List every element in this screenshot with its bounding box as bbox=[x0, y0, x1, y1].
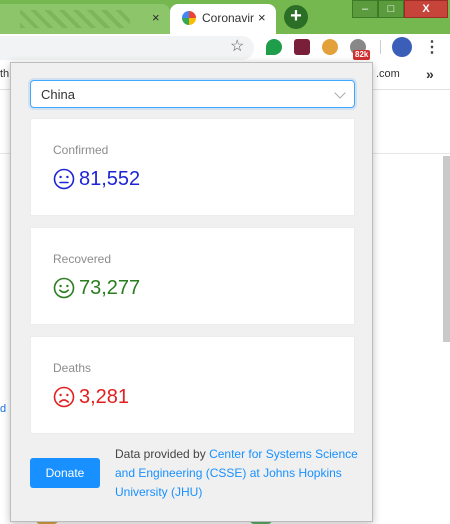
minimize-button[interactable]: – bbox=[352, 0, 378, 18]
confirmed-card: Confirmed 81,552 bbox=[30, 118, 355, 216]
stat-label: Confirmed bbox=[53, 143, 109, 157]
bookmark-item[interactable]: .com bbox=[376, 68, 400, 80]
bookmarks-overflow-button[interactable]: » bbox=[426, 66, 434, 82]
address-bar[interactable] bbox=[0, 36, 254, 60]
toolbar-divider bbox=[380, 40, 381, 54]
extension-virus-icon[interactable] bbox=[322, 39, 338, 55]
extension-chart-icon[interactable] bbox=[294, 39, 310, 55]
donate-button[interactable]: Donate bbox=[30, 458, 100, 488]
profile-avatar-icon[interactable] bbox=[392, 37, 412, 57]
maximize-button[interactable]: □ bbox=[378, 0, 404, 18]
close-icon[interactable]: × bbox=[152, 10, 160, 26]
window-close-button[interactable]: X bbox=[404, 0, 448, 18]
new-tab-button[interactable]: + bbox=[284, 5, 308, 29]
bookmark-star-icon[interactable]: ☆ bbox=[230, 36, 244, 56]
close-icon[interactable]: × bbox=[258, 10, 266, 26]
tab-title: Coronavirus bbox=[202, 11, 254, 25]
browser-toolbar: ☆ 82k ⋮ bbox=[0, 34, 450, 60]
data-credit: Data provided by Center for Systems Scie… bbox=[115, 445, 365, 502]
stat-label: Recovered bbox=[53, 252, 112, 266]
smile-face-icon bbox=[53, 277, 75, 299]
sad-face-icon bbox=[53, 386, 75, 408]
confirmed-value: 81,552 bbox=[79, 168, 141, 190]
menu-icon[interactable]: ⋮ bbox=[424, 37, 440, 57]
tab-inactive-pattern bbox=[20, 10, 130, 28]
tab-inactive[interactable]: × bbox=[0, 4, 170, 34]
neutral-face-icon bbox=[53, 168, 75, 190]
tab-active[interactable]: Coronavirus × bbox=[170, 4, 276, 34]
stat-label: Deaths bbox=[53, 361, 92, 375]
country-select-value: China bbox=[41, 87, 75, 102]
tab-strip: × Coronavirus × + – □ X bbox=[0, 0, 450, 34]
recovered-value: 73,277 bbox=[79, 277, 141, 299]
credit-prefix: Data provided by bbox=[115, 447, 210, 461]
deaths-value: 3,281 bbox=[79, 386, 130, 408]
bookmark-item[interactable]: th bbox=[0, 68, 9, 80]
page-link[interactable]: d bbox=[0, 403, 6, 415]
country-select[interactable]: China bbox=[30, 80, 355, 108]
recovered-card: Recovered 73,277 bbox=[30, 227, 355, 325]
chevron-down-icon bbox=[334, 87, 346, 99]
extension-popup: China Confirmed 81,552 Recovered 73,277 bbox=[10, 62, 373, 522]
window-controls: – □ X bbox=[352, 0, 450, 20]
extension-badge: 82k bbox=[353, 50, 371, 60]
extension-leaf-icon[interactable] bbox=[266, 39, 282, 55]
page-scrollbar[interactable] bbox=[443, 156, 450, 342]
deaths-card: Deaths 3,281 bbox=[30, 336, 355, 434]
favicon-icon bbox=[182, 11, 196, 25]
